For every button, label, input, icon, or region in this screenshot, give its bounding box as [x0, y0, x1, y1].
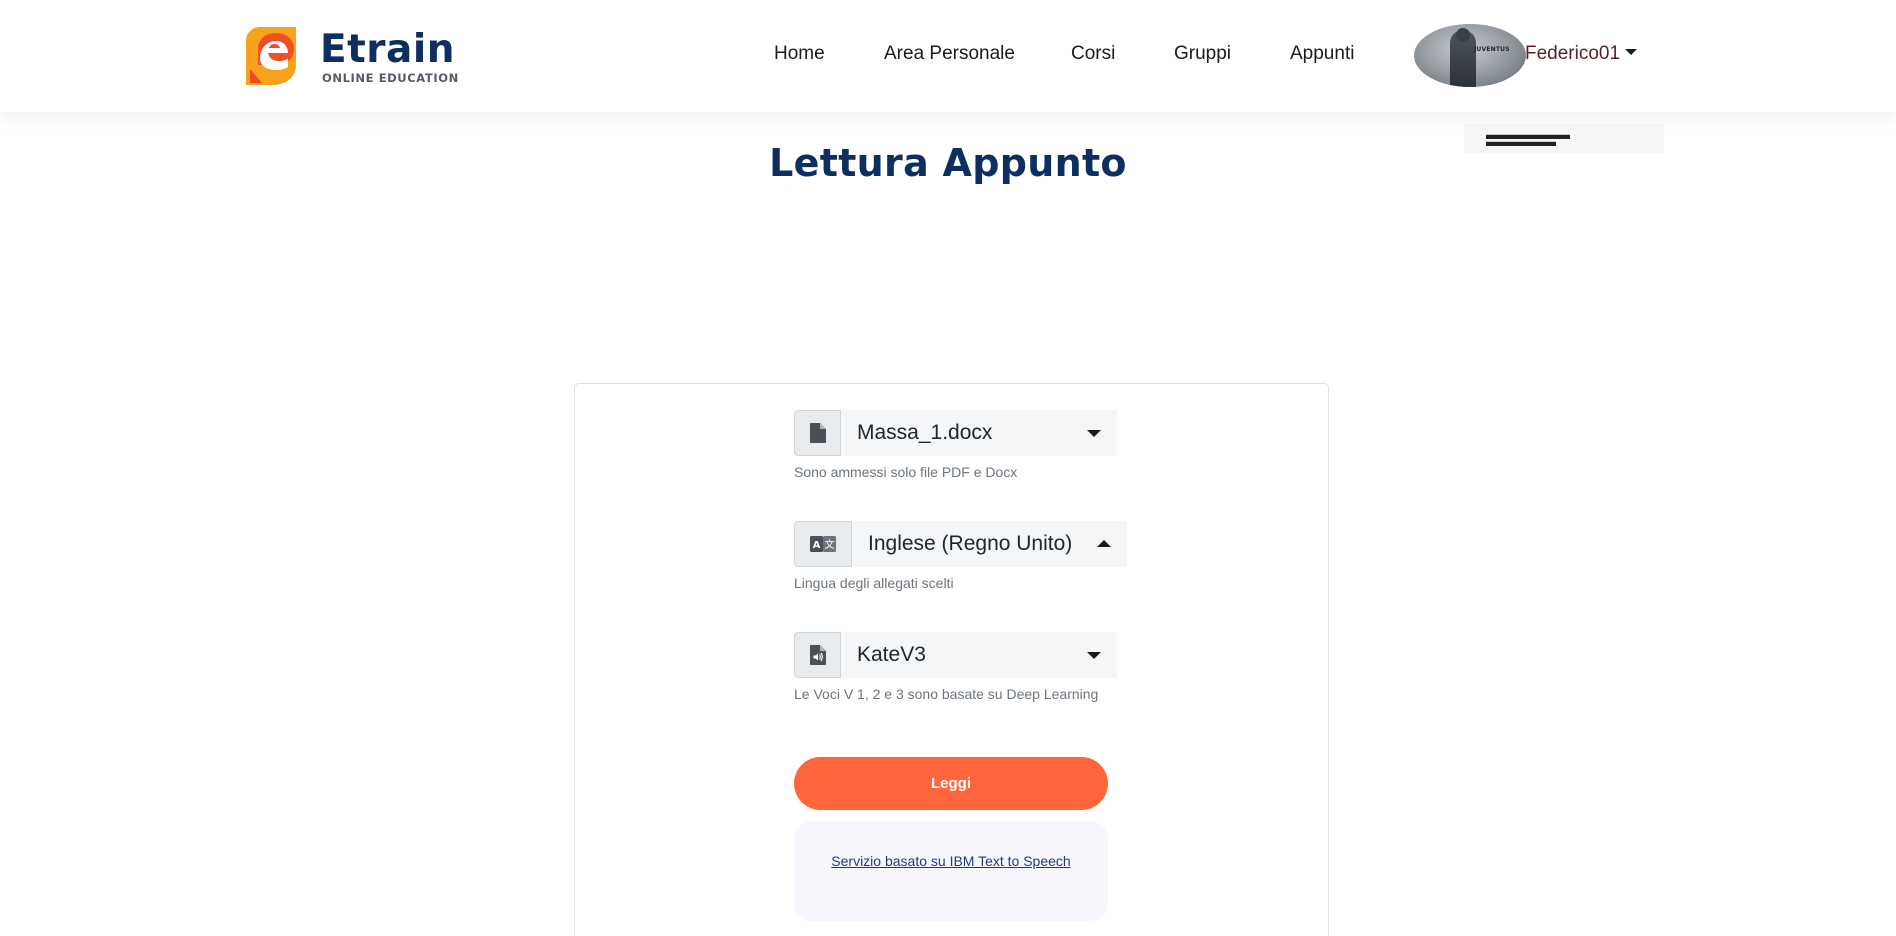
nav-area-personale[interactable]: Area Personale: [884, 42, 1015, 66]
file-select[interactable]: Massa_1.docx: [841, 410, 1117, 456]
translate-icon: A 文: [794, 521, 852, 567]
file-select-group: Massa_1.docx: [794, 410, 1117, 456]
avatar-head: [1456, 28, 1470, 42]
username: Federico01: [1525, 43, 1621, 64]
nav-corsi[interactable]: Corsi: [1071, 42, 1115, 66]
language-select[interactable]: Inglese (Regno Unito): [852, 521, 1127, 567]
file-icon: [794, 410, 841, 456]
voice-select-value: KateV3: [857, 643, 926, 666]
svg-text:A: A: [813, 540, 821, 551]
nav-gruppi[interactable]: Gruppi: [1174, 42, 1231, 66]
chevron-down-icon: [1087, 652, 1101, 659]
file-select-value: Massa_1.docx: [857, 421, 993, 444]
brand-tagline: ONLINE EDUCATION: [322, 71, 459, 85]
etrain-logo-icon: [246, 27, 296, 85]
chevron-down-icon: [1625, 49, 1638, 55]
svg-text:文: 文: [825, 538, 835, 551]
user-avatar[interactable]: JUVENTUS: [1414, 24, 1526, 87]
nav-home[interactable]: Home: [774, 42, 825, 66]
chevron-up-icon: [1097, 540, 1111, 547]
dropdown-remnant-line: ▬▬▬▬▬: [1486, 133, 1556, 149]
brand-name: Etrain: [320, 27, 455, 72]
user-menu-toggle[interactable]: Federico01: [1525, 42, 1638, 66]
language-select-value: Inglese (Regno Unito): [868, 532, 1073, 555]
language-select-group: A 文 Inglese (Regno Unito): [794, 521, 1127, 567]
audio-file-icon: [794, 632, 841, 678]
language-help-text: Lingua degli allegati scelti: [794, 575, 954, 591]
file-help-text: Sono ammessi solo file PDF e Docx: [794, 464, 1018, 480]
nav-appunti[interactable]: Appunti: [1290, 42, 1354, 66]
ibm-service-box: Servizio basato su IBM Text to Speech: [794, 821, 1108, 921]
ibm-tts-link[interactable]: Servizio basato su IBM Text to Speech: [831, 836, 1071, 886]
top-navbar: Etrain ONLINE EDUCATION Home Area Person…: [0, 0, 1896, 112]
voice-help-text: Le Voci V 1, 2 e 3 sono basate su Deep L…: [794, 686, 1099, 702]
site-logo[interactable]: Etrain ONLINE EDUCATION: [238, 25, 458, 87]
avatar-caption: JUVENTUS: [1474, 46, 1510, 53]
user-dropdown-remnant: ▬▬▬▬▬▬ ▬▬▬▬▬: [1464, 124, 1664, 153]
voice-select-group: KateV3: [794, 632, 1117, 678]
chevron-down-icon: [1087, 430, 1101, 437]
voice-select[interactable]: KateV3: [841, 632, 1117, 678]
read-button[interactable]: Leggi: [794, 757, 1108, 810]
